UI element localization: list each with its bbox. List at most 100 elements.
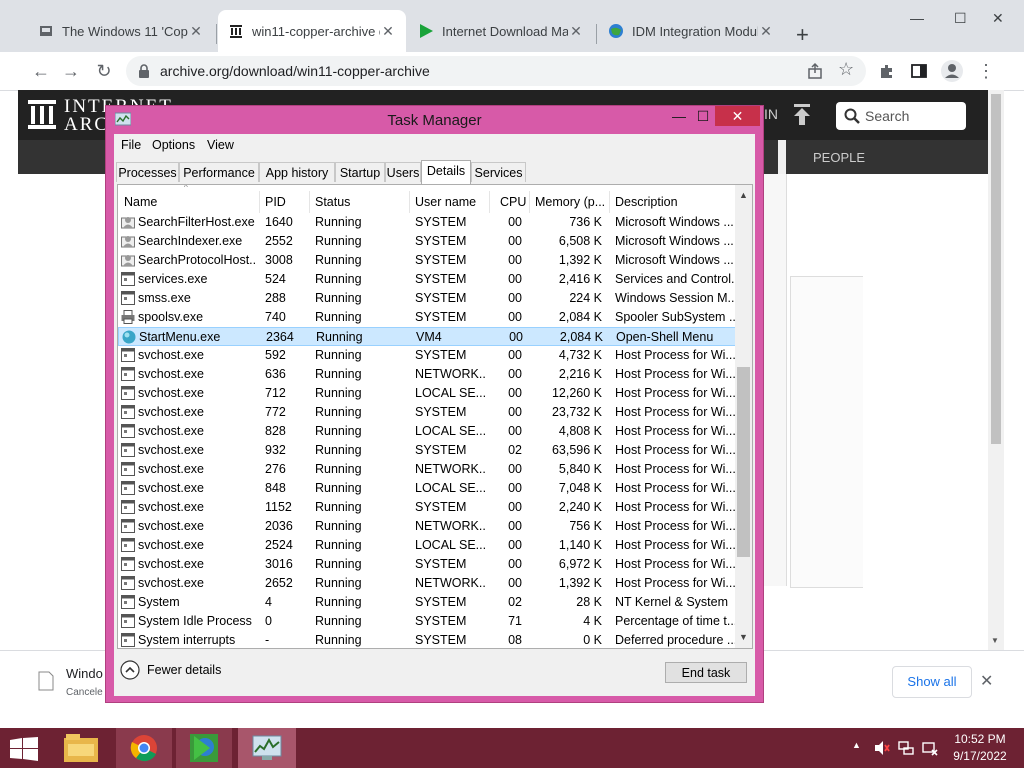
bookmark-star-icon[interactable]: ☆ — [838, 59, 854, 80]
action-center-icon[interactable] — [922, 740, 938, 756]
tab-performance[interactable]: Performance — [179, 162, 259, 182]
tab-close-icon[interactable]: ✕ — [380, 23, 396, 40]
col-header-pid[interactable]: PID — [265, 195, 286, 209]
address-bar[interactable]: archive.org/download/win11-copper-archiv… — [126, 56, 866, 86]
col-header-description[interactable]: Description — [615, 195, 678, 209]
window-minimize-button[interactable]: — — [910, 10, 924, 26]
extensions-puzzle-icon[interactable] — [878, 62, 896, 80]
side-panel-icon[interactable] — [910, 62, 928, 80]
idm-play-icon — [420, 24, 433, 38]
table-row[interactable]: svchost.exe 848 Running LOCAL SE... 00 7,048 … — [118, 479, 740, 498]
menu-file[interactable]: File — [121, 138, 141, 152]
windows-start-icon[interactable] — [10, 737, 38, 761]
archive-logo-icon[interactable] — [28, 98, 56, 130]
window-maximize-button[interactable]: ☐ — [954, 10, 967, 27]
nav-people-link[interactable]: PEOPLE — [813, 150, 865, 165]
process-list-scroll-thumb[interactable] — [737, 367, 750, 557]
table-row[interactable]: svchost.exe 2524 Running LOCAL SE... 00 1,140… — [118, 536, 740, 555]
file-explorer-icon[interactable] — [64, 734, 98, 762]
table-row[interactable]: smss.exe 288 Running SYSTEM 00 224 K Windows S… — [118, 289, 740, 308]
tray-overflow-arrow-icon[interactable]: ▲ — [852, 740, 861, 750]
table-row[interactable]: StartMenu.exe 2364 Running VM4 00 2,084 K Open… — [118, 327, 740, 346]
tab-close-icon[interactable]: ✕ — [568, 23, 584, 40]
table-row[interactable]: svchost.exe 3016 Running SYSTEM 00 6,972 K Hos… — [118, 555, 740, 574]
table-row[interactable]: svchost.exe 276 Running NETWORK... 00 5,840 K… — [118, 460, 740, 479]
sign-in-fragment[interactable]: IN — [764, 106, 778, 122]
download-filename[interactable]: Windo — [66, 666, 103, 681]
browser-tab-idm[interactable]: Internet Download Man ✕ — [408, 10, 594, 52]
reload-icon[interactable]: ↻ — [93, 60, 115, 82]
taskbar-clock-time[interactable]: 10:52 PM — [944, 732, 1016, 746]
col-header-memory[interactable]: Memory (p... — [535, 195, 605, 209]
tm-minimize-button[interactable]: — — [666, 106, 692, 126]
site-search-input[interactable]: Search — [836, 102, 966, 130]
tm-close-button[interactable]: ✕ — [715, 106, 760, 126]
process-list-scrollbar[interactable]: ▲ ▼ — [735, 185, 752, 648]
table-row[interactable]: services.exe 524 Running SYSTEM 00 2,416 K Ser… — [118, 270, 740, 289]
table-row[interactable]: SearchFilterHost.exe 1640 Running SYSTEM 00 7… — [118, 213, 740, 232]
table-row[interactable]: System Idle Process 0 Running SYSTEM 71 4 K Pe… — [118, 612, 740, 631]
table-row[interactable]: System 4 Running SYSTEM 02 28 K NT Kernel & Sy… — [118, 593, 740, 612]
col-header-user-name[interactable]: User name — [415, 195, 476, 209]
taskbar-idm-button[interactable] — [176, 728, 232, 768]
tab-users[interactable]: Users — [385, 162, 421, 182]
browser-tab-windows11[interactable]: The Windows 11 'Coppe ✕ — [28, 10, 214, 52]
table-row[interactable]: svchost.exe 712 Running LOCAL SE... 00 12,260… — [118, 384, 740, 403]
col-header-name[interactable]: Name — [124, 195, 157, 209]
task-manager-titlebar[interactable]: Task Manager — ☐ ✕ — [106, 106, 763, 134]
taskbar-task-manager-button[interactable] — [238, 728, 296, 768]
table-row[interactable]: svchost.exe 592 Running SYSTEM 00 4,732 K Host… — [118, 346, 740, 365]
table-row[interactable]: svchost.exe 772 Running SYSTEM 00 23,732 K Hos… — [118, 403, 740, 422]
tab-details[interactable]: Details — [421, 160, 471, 184]
tm-menu-bar: File Options View — [114, 134, 755, 156]
scroll-up-arrow-icon[interactable]: ▲ — [739, 190, 748, 200]
browser-menu-icon[interactable]: ⋮ — [975, 60, 997, 82]
scroll-down-arrow-icon[interactable]: ▼ — [991, 636, 999, 645]
table-row[interactable]: System interrupts - Running SYSTEM 08 0 K Defe… — [118, 631, 740, 648]
show-all-button[interactable]: Show all — [892, 666, 972, 698]
table-row[interactable]: svchost.exe 828 Running LOCAL SE... 00 4,808 … — [118, 422, 740, 441]
tab-close-icon[interactable]: ✕ — [758, 23, 774, 40]
tab-title: win11-copper-archive d — [252, 23, 380, 39]
upload-icon[interactable] — [792, 104, 812, 126]
tm-maximize-button[interactable]: ☐ — [690, 106, 716, 126]
taskbar-chrome-button[interactable] — [116, 728, 172, 768]
table-row[interactable]: svchost.exe 2652 Running NETWORK... 00 1,392 … — [118, 574, 740, 593]
taskbar-clock-date[interactable]: 9/17/2022 — [944, 749, 1016, 763]
search-placeholder: Search — [865, 108, 910, 124]
tab-startup[interactable]: Startup — [335, 162, 385, 182]
forward-arrow-icon[interactable]: → — [60, 60, 82, 82]
col-header-cpu[interactable]: CPU — [500, 195, 526, 209]
fewer-details-button[interactable]: Fewer details — [120, 660, 221, 680]
table-row[interactable]: svchost.exe 636 Running NETWORK... 00 2,216 K… — [118, 365, 740, 384]
col-header-status[interactable]: Status — [315, 195, 350, 209]
page-scrollbar[interactable]: ▼ — [988, 90, 1004, 650]
share-icon[interactable] — [806, 62, 824, 80]
window-close-button[interactable]: ✕ — [992, 10, 1004, 27]
table-row[interactable]: svchost.exe 1152 Running SYSTEM 00 2,240 K Hos… — [118, 498, 740, 517]
menu-view[interactable]: View — [207, 138, 234, 152]
tab-app-history[interactable]: App history — [259, 162, 335, 182]
file-icon — [38, 671, 54, 691]
browser-tab-archive[interactable]: win11-copper-archive d ✕ — [218, 10, 406, 52]
cell-mem: 6,508 K — [558, 234, 602, 248]
tab-services[interactable]: Services — [471, 162, 526, 182]
new-tab-button[interactable]: + — [796, 22, 809, 48]
table-row[interactable]: svchost.exe 2036 Running NETWORK... 00 756 K H… — [118, 517, 740, 536]
table-row[interactable]: SearchProtocolHost.... 3008 Running SYSTEM 0… — [118, 251, 740, 270]
page-scroll-thumb[interactable] — [991, 94, 1001, 444]
table-row[interactable]: svchost.exe 932 Running SYSTEM 02 63,596 K Hos… — [118, 441, 740, 460]
end-task-button[interactable]: End task — [665, 662, 747, 683]
table-row[interactable]: spoolsv.exe 740 Running SYSTEM 00 2,084 K Spoo… — [118, 308, 740, 327]
tab-processes[interactable]: Processes — [116, 162, 179, 182]
profile-avatar-icon[interactable] — [940, 59, 964, 83]
table-row[interactable]: SearchIndexer.exe 2552 Running SYSTEM 00 6,50… — [118, 232, 740, 251]
network-icon[interactable] — [898, 740, 914, 756]
tab-close-icon[interactable]: ✕ — [188, 23, 204, 40]
browser-tab-idm-integration[interactable]: IDM Integration Modul ✕ — [598, 10, 784, 52]
download-bar-close-icon[interactable]: ✕ — [980, 671, 993, 691]
scroll-down-arrow-icon[interactable]: ▼ — [739, 632, 748, 642]
volume-muted-icon[interactable] — [874, 740, 890, 756]
back-arrow-icon[interactable]: ← — [30, 60, 52, 82]
menu-options[interactable]: Options — [152, 138, 195, 152]
